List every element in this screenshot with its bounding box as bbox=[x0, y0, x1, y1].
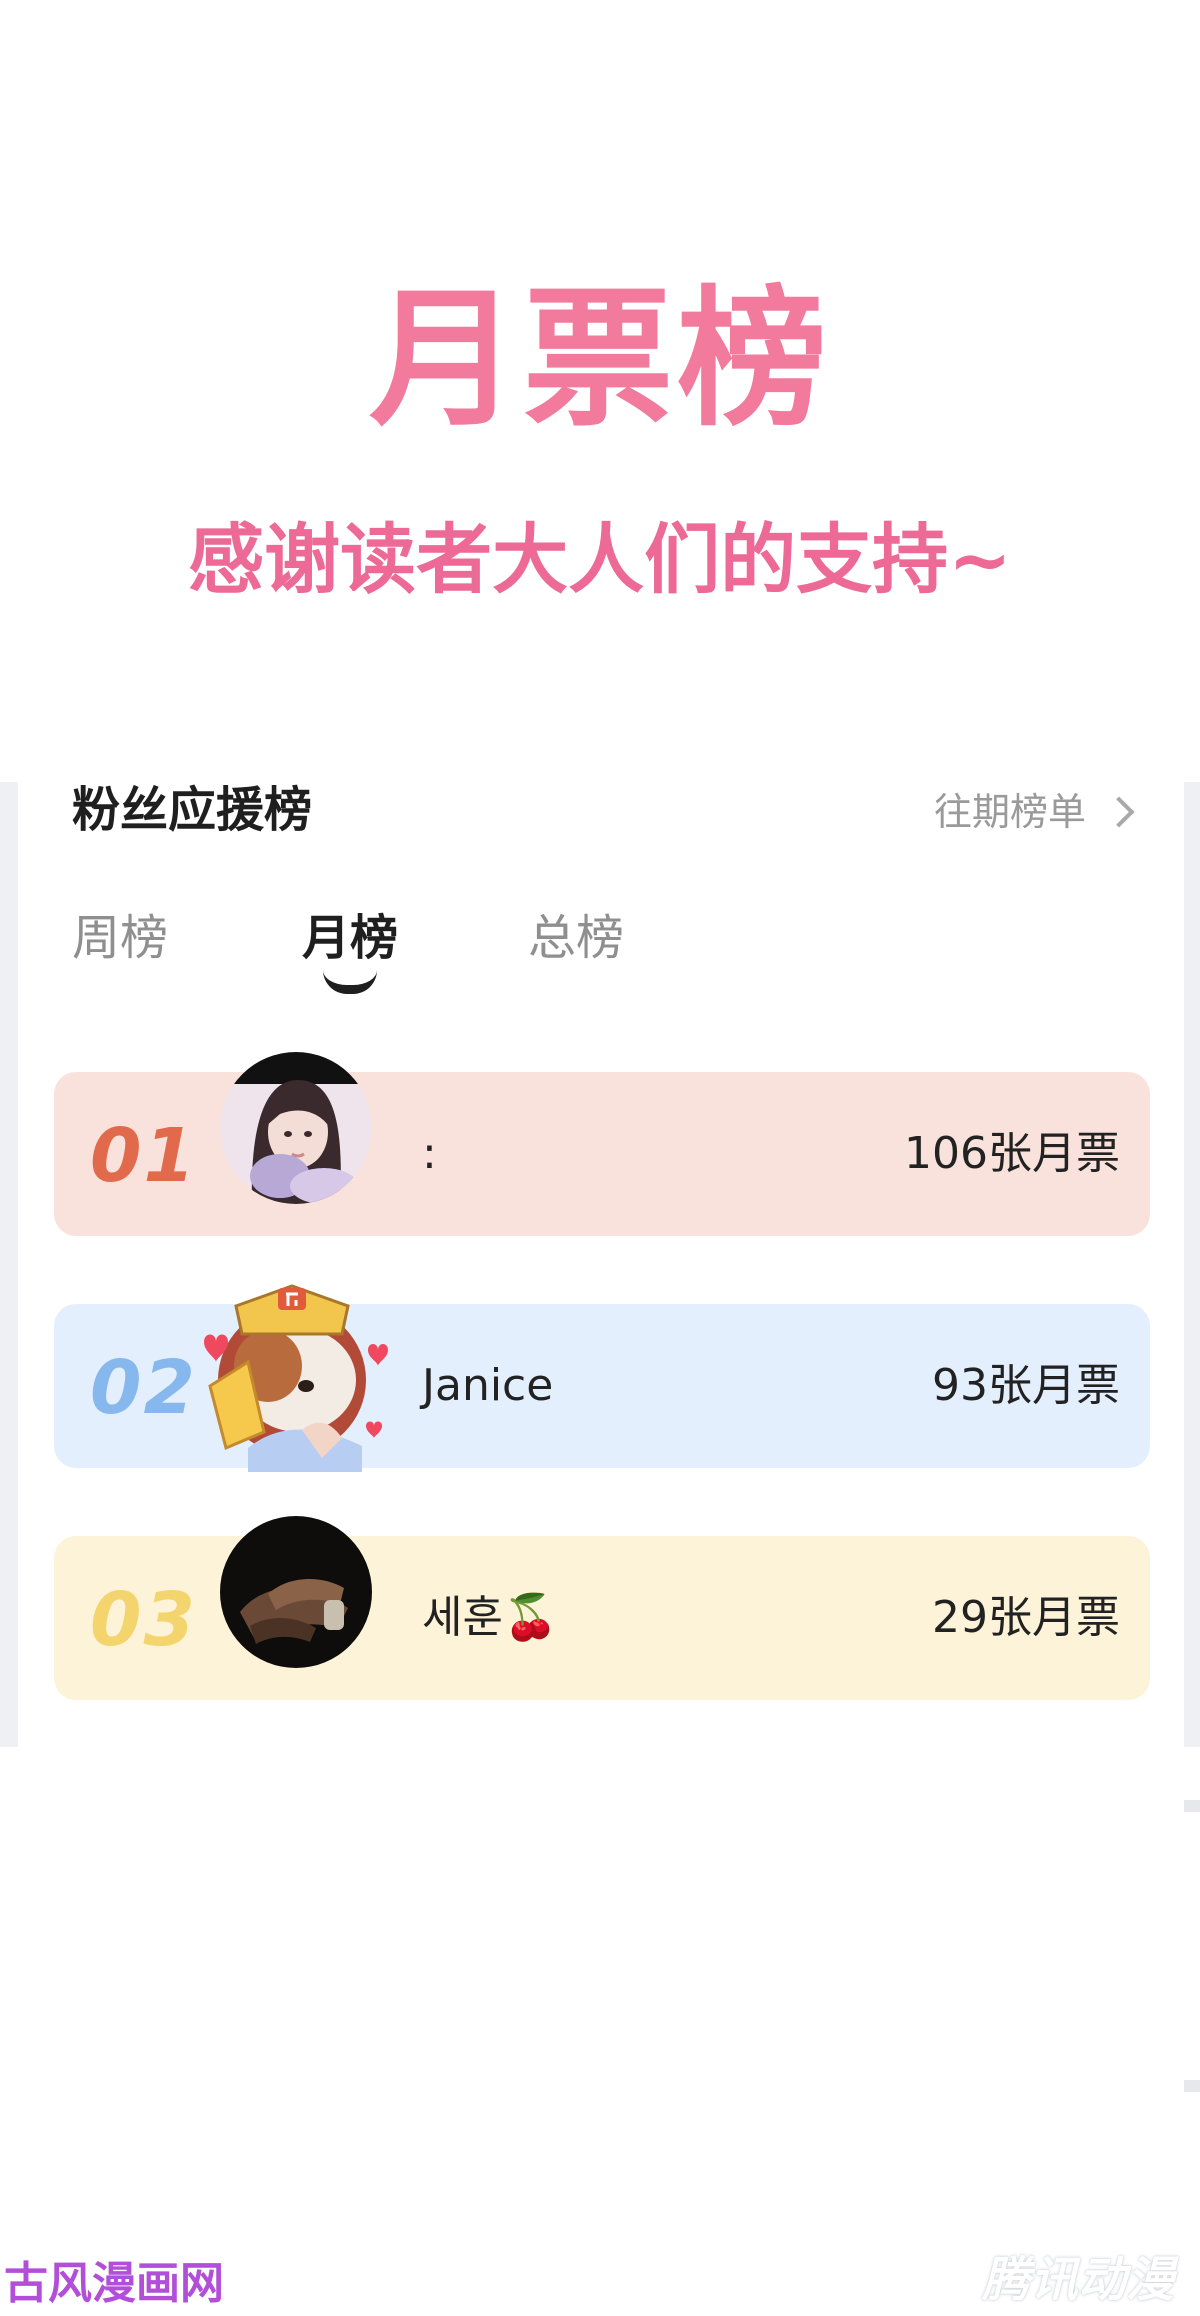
history-rankings-label: 往期榜单 bbox=[933, 790, 1086, 834]
panel-title: 粉丝应援榜 bbox=[72, 782, 313, 838]
rank-number: 02 bbox=[90, 1345, 197, 1431]
vote-count: 93张月票 bbox=[932, 1360, 1120, 1411]
rank-number: 01 bbox=[90, 1113, 197, 1199]
tab-weekly[interactable]: 周榜 bbox=[72, 910, 168, 966]
ranking-row-3[interactable]: 03 세훈🍒 29张月票 bbox=[54, 1516, 1150, 1700]
tab-monthly[interactable]: 月榜 bbox=[302, 910, 399, 994]
panel-left-edge bbox=[0, 782, 18, 1747]
ranking-row-1[interactable]: 01 : 106张月票 bbox=[54, 1052, 1150, 1236]
panel-right-edge bbox=[1184, 782, 1200, 1747]
vote-count: 106张月票 bbox=[904, 1128, 1120, 1179]
edge-mark bbox=[1184, 2080, 1200, 2092]
tab-monthly-label: 月榜 bbox=[302, 910, 399, 966]
watermark-left: 古风漫画网 bbox=[4, 2258, 224, 2309]
vote-count: 29张月票 bbox=[932, 1592, 1120, 1643]
watermark-right: 腾讯动漫 bbox=[981, 2252, 1174, 2308]
ranking-row-2[interactable]: 02 Janice 93张月票 bbox=[54, 1284, 1150, 1472]
rank-number: 03 bbox=[90, 1577, 197, 1663]
active-tab-indicator bbox=[323, 970, 377, 994]
banner-subtitle: 感谢读者大人们的支持~ bbox=[188, 515, 1012, 604]
avatar-frame[interactable] bbox=[192, 1262, 392, 1472]
chevron-right-icon bbox=[1103, 796, 1135, 828]
ranking-tabs: 周榜 月榜 总榜 bbox=[72, 910, 772, 1010]
edge-mark bbox=[1184, 1800, 1200, 1812]
avatar[interactable] bbox=[220, 1516, 372, 1668]
history-rankings-link[interactable]: 往期榜单 bbox=[934, 790, 1136, 834]
fan-name: : bbox=[422, 1128, 437, 1179]
fan-name: Janice bbox=[422, 1360, 554, 1411]
tab-total[interactable]: 总榜 bbox=[528, 910, 624, 966]
banner-title: 月票榜 bbox=[368, 273, 831, 447]
avatar[interactable] bbox=[220, 1052, 372, 1204]
fan-name: 세훈🍒 bbox=[422, 1592, 558, 1643]
